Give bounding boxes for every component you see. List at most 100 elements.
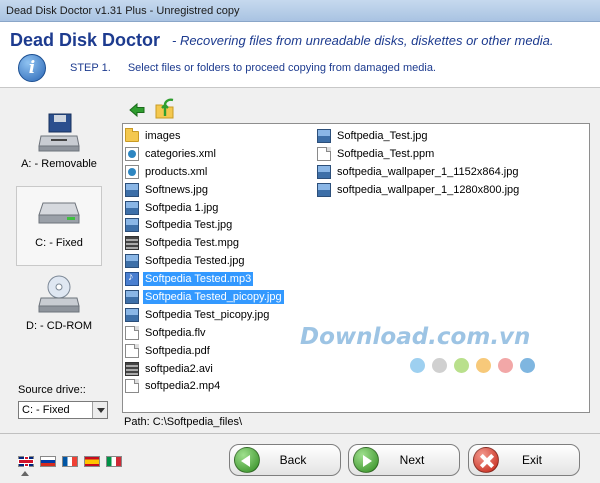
flag-ru-icon[interactable]	[40, 456, 56, 467]
file-list-item[interactable]: Softpedia.flv	[125, 324, 317, 342]
file-name: Softpedia Test.jpg	[145, 219, 233, 232]
close-icon	[473, 447, 499, 473]
file-name: softpedia2.mp4	[145, 380, 221, 393]
back-button[interactable]: Back	[229, 444, 341, 476]
file-name: Softpedia_Test.ppm	[337, 147, 435, 160]
file-name: Softpedia.pdf	[145, 344, 210, 357]
watermark-dot	[520, 358, 535, 373]
file-list-item[interactable]: Softpedia Test_picopy.jpg	[125, 306, 317, 324]
folder-up-icon[interactable]	[153, 97, 177, 121]
file-name: Softpedia 1.jpg	[145, 201, 219, 214]
back-arrow-icon[interactable]	[128, 101, 146, 119]
info-icon: i	[18, 54, 46, 82]
file-list-item[interactable]: softpedia2.avi	[125, 360, 317, 378]
file-list-item[interactable]: categories.xml	[125, 145, 317, 163]
watermark-text: Download.com.vn	[300, 324, 531, 350]
file-list-item[interactable]: Softpedia_Test.ppm	[317, 145, 587, 163]
watermark-dot	[432, 358, 447, 373]
app-name: Dead Disk Doctor	[10, 30, 161, 50]
watermark-dots	[410, 358, 535, 373]
img-file-icon	[317, 182, 331, 197]
next-button[interactable]: Next	[348, 444, 460, 476]
file-list-item[interactable]: Softnews.jpg	[125, 181, 317, 199]
doc-file-icon	[317, 146, 331, 161]
file-list-item[interactable]: softpedia_wallpaper_1_1280x800.jpg	[317, 181, 587, 199]
folder-file-icon	[125, 128, 139, 143]
file-list-item[interactable]: softpedia_wallpaper_1_1152x864.jpg	[317, 163, 587, 181]
file-list-item[interactable]: Softpedia Tested_picopy.jpg	[125, 288, 317, 306]
source-drive-label: Source drive::	[18, 384, 86, 396]
img-file-icon	[125, 200, 139, 215]
doc-file-icon	[125, 325, 139, 340]
file-list-item[interactable]: Softpedia Test.mpg	[125, 234, 317, 252]
file-name: softpedia2.avi	[145, 362, 213, 375]
file-name: softpedia_wallpaper_1_1280x800.jpg	[337, 183, 520, 196]
window-titlebar: Dead Disk Doctor v1.31 Plus - Unregistre…	[0, 0, 600, 22]
video-file-icon	[125, 236, 139, 251]
step-instruction: STEP 1. Select files or folders to proce…	[70, 62, 436, 74]
file-column-1: images categories.xml products.xml Softnews…	[125, 127, 317, 395]
xml-file-icon	[125, 146, 139, 161]
img-file-icon	[125, 182, 139, 197]
drive-label: D: - CD-ROM	[26, 320, 92, 332]
app-tagline: - Recovering files from unreadable disks…	[172, 33, 554, 48]
flag-uk-icon[interactable]	[18, 456, 34, 467]
file-list-item[interactable]: softpedia2.mp4	[125, 377, 317, 395]
flag-it-icon[interactable]	[106, 456, 122, 467]
img-file-icon	[125, 289, 139, 304]
file-list-item[interactable]: products.xml	[125, 163, 317, 181]
watermark-dot	[454, 358, 469, 373]
arrow-right-icon	[353, 447, 379, 473]
file-name: Softnews.jpg	[145, 183, 208, 196]
file-name: Softpedia Test_picopy.jpg	[145, 308, 270, 321]
file-name: Softpedia.flv	[145, 326, 206, 339]
xml-file-icon	[125, 164, 139, 179]
exit-button[interactable]: Exit	[468, 444, 580, 476]
step-text: Select files or folders to proceed copyi…	[127, 62, 436, 74]
exit-button-label: Exit	[521, 453, 542, 467]
file-name: Softpedia Tested.mp3	[143, 272, 254, 287]
img-file-icon	[125, 254, 139, 269]
source-drive-value: C: - Fixed	[22, 404, 70, 416]
drive-label: C: - Fixed	[35, 237, 83, 249]
next-button-label: Next	[399, 453, 425, 467]
source-drive-select[interactable]: C: - Fixed	[18, 401, 108, 419]
file-list-item[interactable]: Softpedia.pdf	[125, 342, 317, 360]
cdrom-drive-icon	[38, 275, 80, 313]
file-name: categories.xml	[145, 147, 216, 160]
current-path: Path: C:\Softpedia_files\	[124, 416, 243, 428]
doc-file-icon	[125, 343, 139, 358]
file-list-item[interactable]: images	[125, 127, 317, 145]
watermark-dot	[498, 358, 513, 373]
audio-file-icon	[125, 271, 139, 287]
img-file-icon	[125, 218, 139, 233]
language-selector[interactable]	[18, 456, 122, 467]
divider	[0, 433, 600, 434]
watermark-dot	[476, 358, 491, 373]
app-header: Dead Disk Doctor - Recovering files from…	[0, 22, 600, 88]
file-name: Softpedia Tested_picopy.jpg	[143, 289, 284, 304]
drive-a-removable[interactable]: A: - Removable	[16, 108, 102, 186]
drive-d-cdrom[interactable]: D: - CD-ROM	[16, 270, 102, 346]
file-list-item[interactable]: Softpedia Test.jpg	[125, 216, 317, 234]
file-name: Softpedia_Test.jpg	[337, 129, 428, 142]
drive-label: A: - Removable	[21, 158, 97, 170]
floppy-drive-icon	[38, 113, 80, 152]
img-file-icon	[317, 164, 331, 179]
video-file-icon	[125, 361, 139, 376]
file-list-item[interactable]: Softpedia Tested.mp3	[125, 270, 317, 288]
back-button-label: Back	[279, 453, 307, 467]
chevron-down-icon[interactable]	[92, 402, 107, 418]
drive-c-fixed[interactable]: C: - Fixed	[16, 186, 102, 266]
file-list-item[interactable]: Softpedia 1.jpg	[125, 199, 317, 217]
file-list-item[interactable]: Softpedia_Test.jpg	[317, 127, 587, 145]
flag-fr-icon[interactable]	[62, 456, 78, 467]
file-name: products.xml	[145, 165, 208, 178]
img-file-icon	[125, 307, 139, 322]
caret-up-icon	[21, 471, 29, 476]
step-number: STEP 1.	[70, 62, 111, 74]
flag-es-icon[interactable]	[84, 456, 100, 467]
doc-file-icon	[125, 379, 139, 394]
file-list-item[interactable]: Softpedia Tested.jpg	[125, 252, 317, 270]
file-name: Softpedia Test.mpg	[145, 237, 239, 250]
